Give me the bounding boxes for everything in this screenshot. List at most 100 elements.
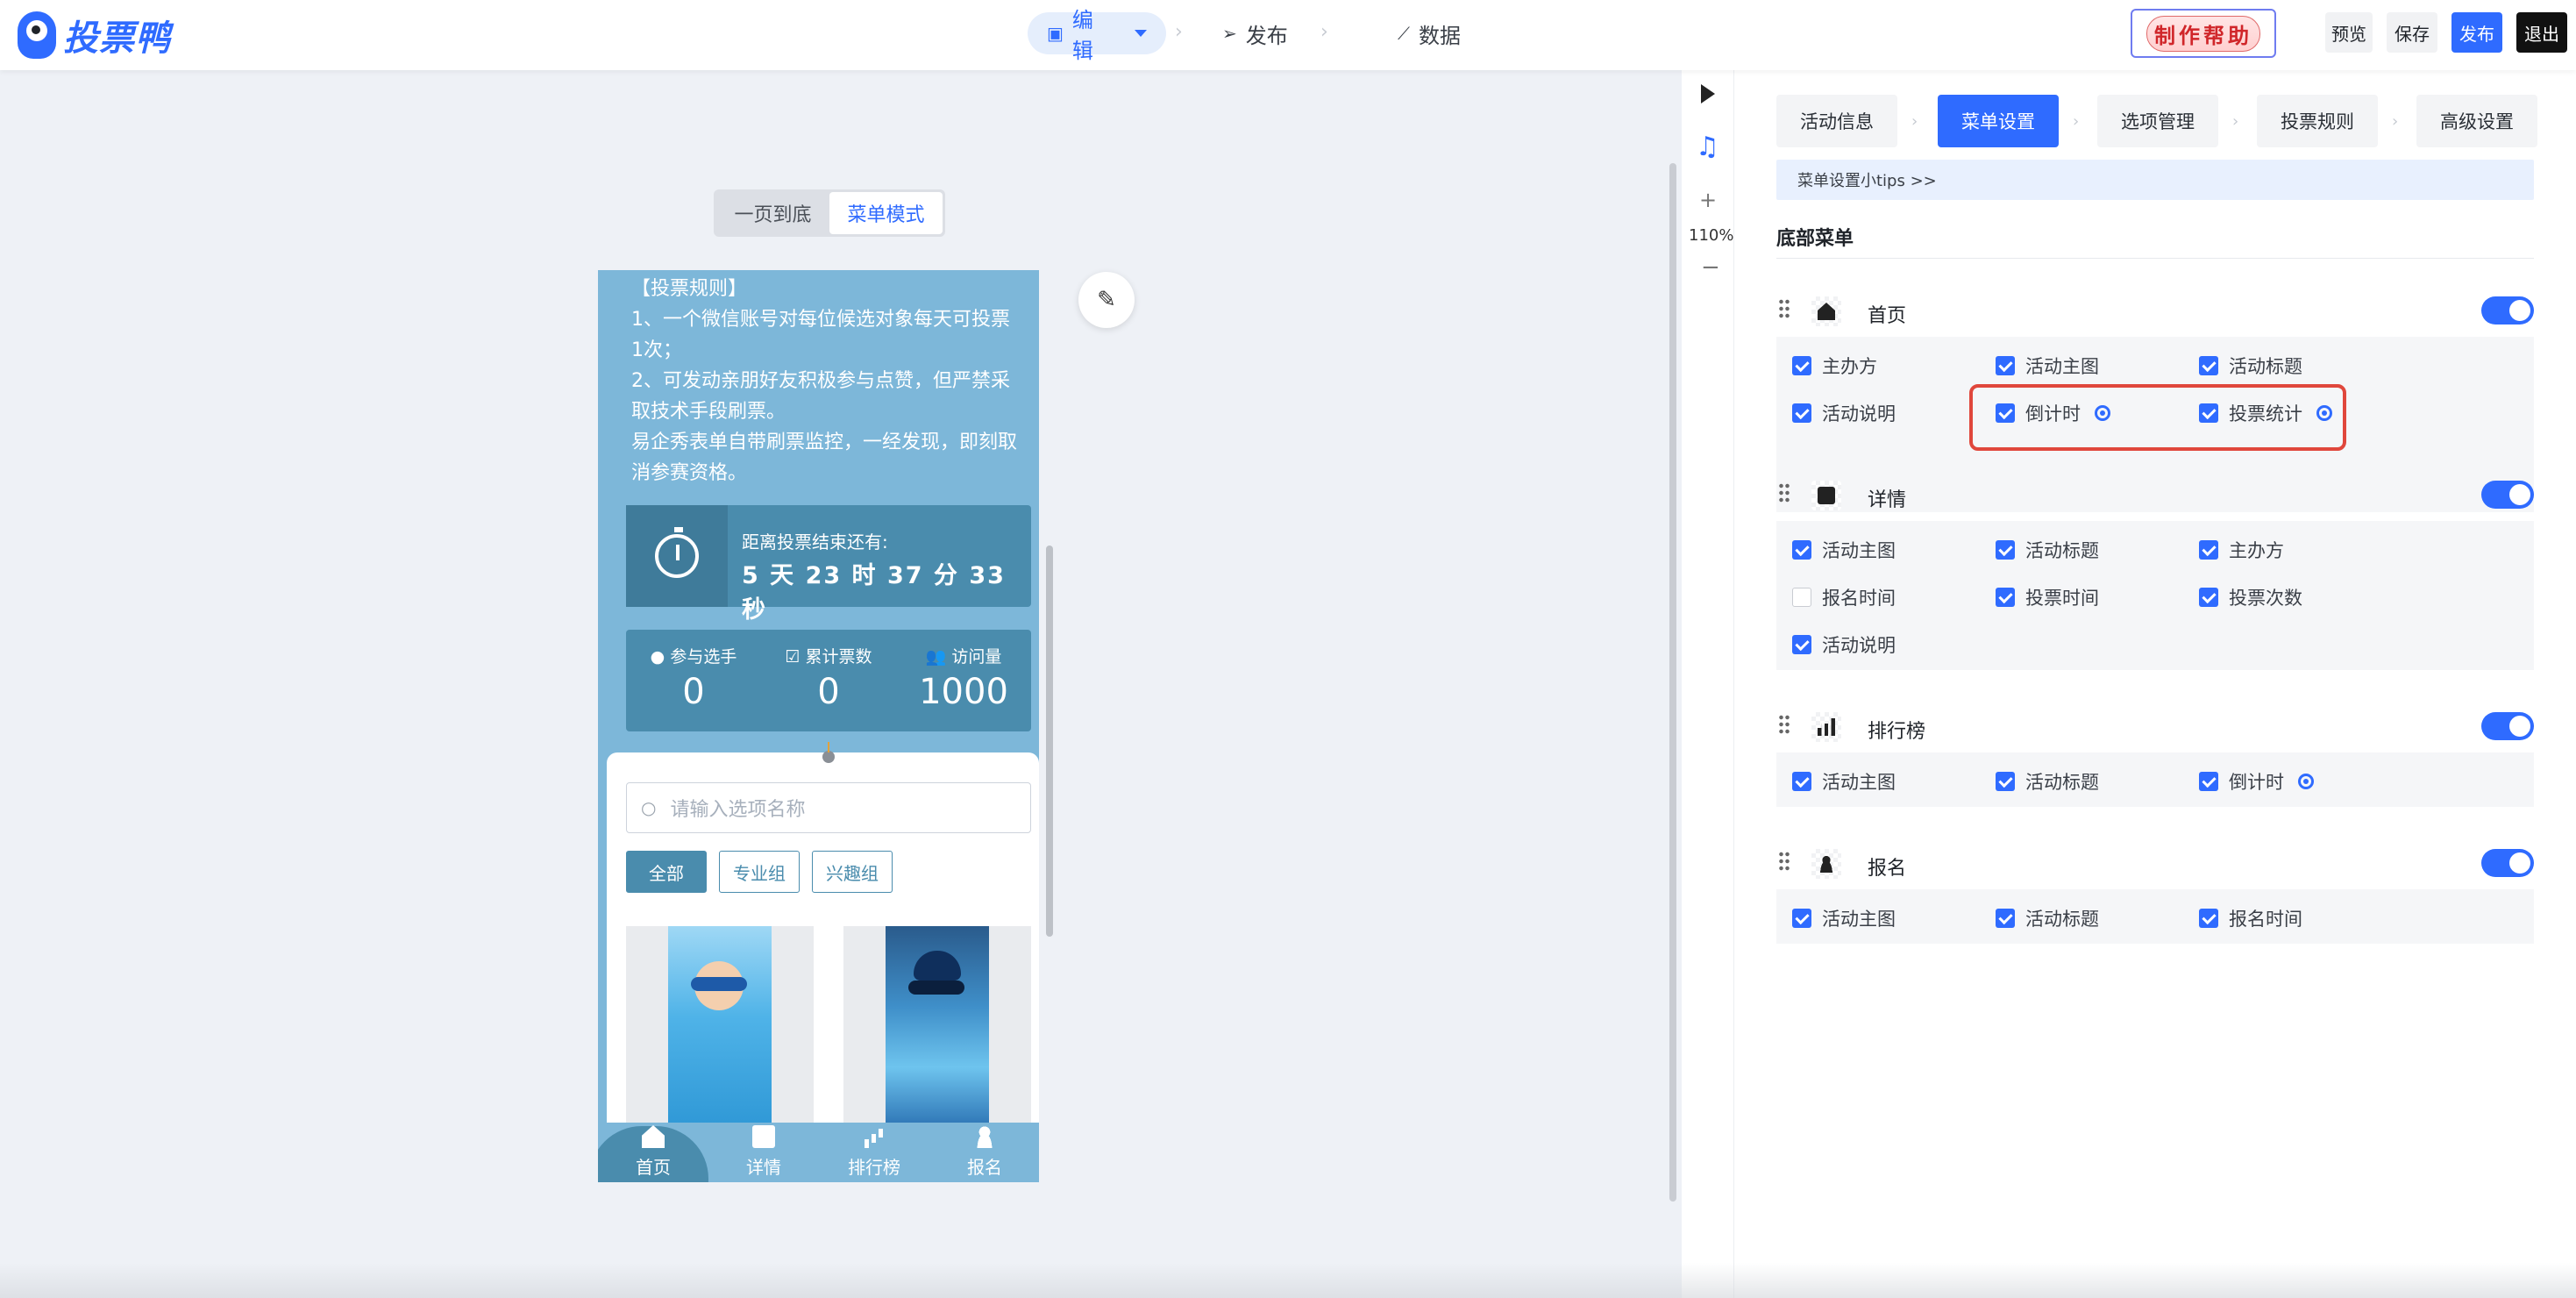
- checkbox[interactable]: [1792, 403, 1811, 423]
- group-toggle[interactable]: [2481, 849, 2534, 877]
- checkbox[interactable]: [2199, 356, 2218, 375]
- play-icon[interactable]: [1701, 84, 1715, 103]
- filter-tag-pro[interactable]: 专业组: [719, 851, 800, 893]
- checkbox[interactable]: [1996, 540, 2015, 560]
- option-card[interactable]: [843, 926, 1031, 1128]
- checkbox[interactable]: [1792, 540, 1811, 560]
- mode-menu[interactable]: 菜单模式: [829, 192, 943, 234]
- checkbox[interactable]: [2199, 772, 2218, 791]
- zoom-out-icon[interactable]: −: [1701, 254, 1720, 281]
- help-badge[interactable]: 制作帮助: [2131, 9, 2276, 58]
- tab-menu-settings[interactable]: 菜单设置: [1938, 95, 2059, 147]
- checkbox[interactable]: [2199, 540, 2218, 560]
- option-checkbox[interactable]: 主办方: [1792, 353, 1877, 379]
- drag-handle-icon[interactable]: [1778, 482, 1790, 503]
- tab-home[interactable]: 首页: [598, 1123, 708, 1182]
- option-card[interactable]: [626, 926, 814, 1128]
- option-checkbox[interactable]: 活动标题: [2199, 353, 2302, 379]
- tab-ranking[interactable]: 排行榜: [819, 1123, 929, 1182]
- option-label: 活动主图: [1822, 909, 1896, 930]
- option-checkbox[interactable]: 报名时间: [2199, 905, 2302, 931]
- option-checkbox[interactable]: 主办方: [2199, 537, 2284, 563]
- brush-icon: ✎: [1097, 287, 1116, 313]
- checkbox[interactable]: [1792, 635, 1811, 654]
- tab-option-manage[interactable]: 选项管理: [2097, 95, 2218, 147]
- menu-tips-link[interactable]: 菜单设置小tips >>: [1776, 160, 2534, 200]
- option-label: 活动主图: [2025, 356, 2099, 377]
- rules-line: 易企秀表单自带刷票监控，一经发现，即刻取消参赛资格。: [631, 431, 1018, 484]
- option-checkbox[interactable]: 活动主图: [1792, 537, 1896, 563]
- stat-value: 0: [682, 672, 705, 712]
- highlight-box: [1969, 384, 2346, 451]
- option-checkbox[interactable]: 活动标题: [1996, 768, 2099, 795]
- option-checkbox[interactable]: 活动说明: [1792, 631, 1896, 658]
- chevron-down-icon: [1135, 30, 1147, 37]
- checkbox[interactable]: [1792, 588, 1811, 607]
- nav-publish[interactable]: ➢ 发布: [1222, 12, 1288, 54]
- option-checkbox[interactable]: 活动主图: [1792, 768, 1896, 795]
- canvas-scrollbar[interactable]: [1669, 163, 1676, 1202]
- phone-scrollbar[interactable]: [1046, 546, 1053, 937]
- filter-tag-hobby[interactable]: 兴趣组: [812, 851, 893, 893]
- checkbox[interactable]: [2199, 588, 2218, 607]
- option-label: 活动说明: [1822, 403, 1896, 424]
- chevron-right-icon: ›: [2073, 112, 2080, 131]
- search-input[interactable]: ○ 请输入选项名称: [626, 782, 1031, 833]
- settings-icon[interactable]: [2298, 774, 2314, 789]
- group-name: 首页: [1868, 305, 1907, 327]
- publish-button[interactable]: 发布: [2451, 12, 2502, 53]
- nav-edit[interactable]: ▣ 编辑: [1028, 8, 1166, 63]
- option-checkbox[interactable]: 活动主图: [1996, 353, 2099, 379]
- stat-votes: ☑ 累计票数 0: [761, 630, 896, 731]
- tab-details[interactable]: 详情: [708, 1123, 819, 1182]
- filter-tag-all[interactable]: 全部: [626, 851, 707, 893]
- edit-brush-button[interactable]: ✎: [1078, 272, 1135, 328]
- exit-button[interactable]: 退出: [2516, 12, 2567, 53]
- zoom-in-icon[interactable]: +: [1699, 188, 1717, 212]
- option-checkbox[interactable]: 投票时间: [1996, 584, 2099, 610]
- settings-panel: 活动信息 › 菜单设置 › 选项管理 › 投票规则 › 高级设置 菜单设置小ti…: [1734, 70, 2576, 1298]
- option-label: 倒计时: [2229, 772, 2284, 793]
- checkbox[interactable]: [1792, 909, 1811, 928]
- logo[interactable]: 投票鸭: [18, 9, 171, 61]
- option-label: 主办方: [2229, 540, 2284, 561]
- tab-activity-info[interactable]: 活动信息: [1776, 95, 1897, 147]
- option-label: 活动主图: [1822, 540, 1896, 561]
- checkbox[interactable]: [1996, 356, 2015, 375]
- preview-button[interactable]: 预览: [2325, 12, 2373, 53]
- option-checkbox[interactable]: 投票次数: [2199, 584, 2302, 610]
- tab-vote-rules[interactable]: 投票规则: [2257, 95, 2378, 147]
- nav-data[interactable]: ⟋ 数据: [1398, 12, 1461, 54]
- group-toggle[interactable]: [2481, 712, 2534, 740]
- chevron-right-icon: ›: [1320, 21, 1328, 43]
- mode-one-page[interactable]: 一页到底: [716, 192, 829, 234]
- checkbox[interactable]: [2199, 909, 2218, 928]
- checkbox[interactable]: [1996, 588, 2015, 607]
- option-checkbox[interactable]: 活动说明: [1792, 400, 1896, 426]
- tab-label: 详情: [746, 1157, 781, 1178]
- music-icon[interactable]: ♫: [1696, 132, 1719, 162]
- option-checkbox[interactable]: 倒计时: [2199, 768, 2314, 795]
- group-toggle[interactable]: [2481, 481, 2534, 509]
- option-photo: [668, 926, 772, 1128]
- checkbox[interactable]: [1996, 909, 2015, 928]
- option-checkbox[interactable]: 活动主图: [1792, 905, 1896, 931]
- drag-handle-icon[interactable]: [1778, 714, 1790, 735]
- menu-group-home: 首页: [1776, 289, 2534, 333]
- tab-signup[interactable]: 报名: [929, 1123, 1039, 1182]
- drag-handle-icon[interactable]: [1778, 851, 1790, 872]
- group-toggle[interactable]: [2481, 296, 2534, 324]
- top-bar: 投票鸭 ▣ 编辑 › ➢ 发布 › ⟋ 数据 制作帮助 预览 保存 发布 退出: [0, 0, 2576, 70]
- drag-handle-icon[interactable]: [1778, 298, 1790, 319]
- option-checkbox[interactable]: 报名时间: [1792, 584, 1896, 610]
- checkbox[interactable]: [1792, 356, 1811, 375]
- group-name: 排行榜: [1868, 721, 1926, 743]
- logo-text: 投票鸭: [63, 18, 171, 59]
- chevron-right-icon: ›: [1911, 112, 1918, 131]
- tab-advanced[interactable]: 高级设置: [2416, 95, 2537, 147]
- option-checkbox[interactable]: 活动标题: [1996, 905, 2099, 931]
- save-button[interactable]: 保存: [2387, 12, 2437, 53]
- checkbox[interactable]: [1996, 772, 2015, 791]
- option-checkbox[interactable]: 活动标题: [1996, 537, 2099, 563]
- checkbox[interactable]: [1792, 772, 1811, 791]
